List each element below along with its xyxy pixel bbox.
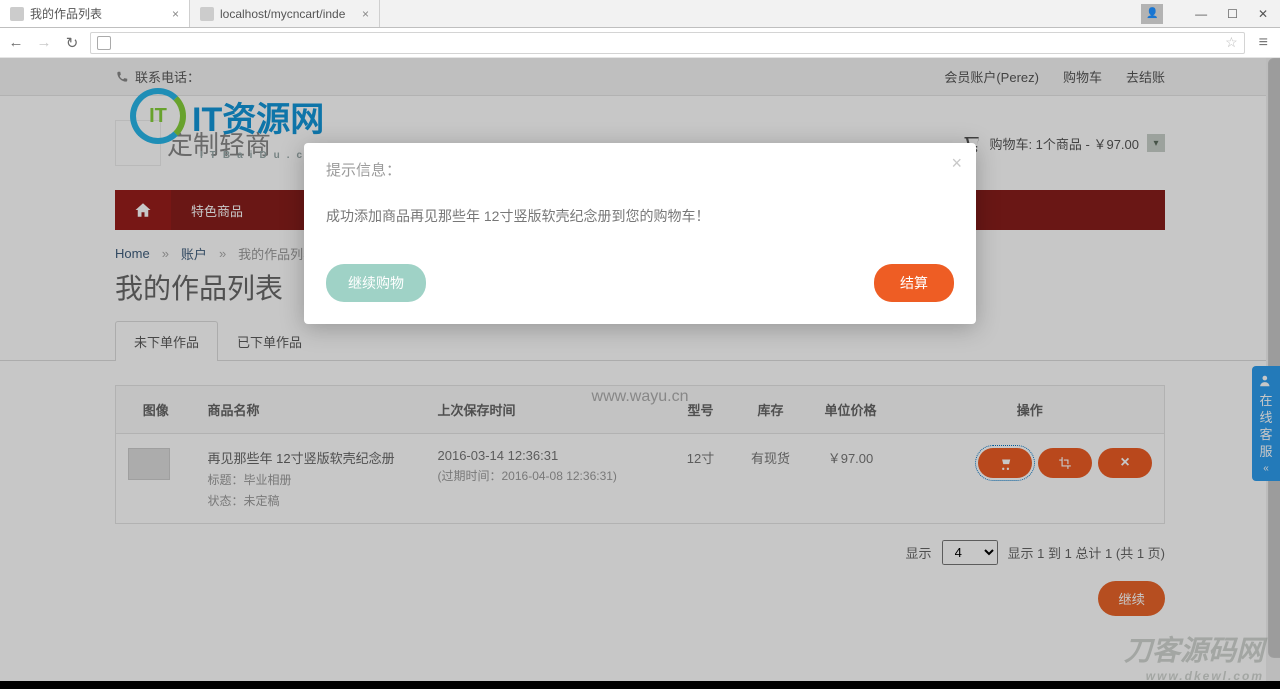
browser-tab-1[interactable]: localhost/mycncart/inde × — [190, 0, 380, 27]
tab-title: 我的作品列表 — [30, 5, 102, 22]
continue-shopping-button[interactable]: 继续购物 — [326, 264, 426, 302]
bookmark-star-icon[interactable]: ☆ — [1225, 34, 1238, 51]
modal-body: 成功添加商品再见那些年 12寸竖版软壳纪念册到您的购物车！ — [304, 196, 976, 250]
close-window-button[interactable]: ✕ — [1258, 7, 1268, 21]
new-tab-button[interactable] — [380, 0, 404, 27]
browser-toolbar: ← → ↻ ☆ ≡ — [0, 28, 1280, 58]
modal-title: 提示信息： — [326, 162, 401, 179]
forward-button[interactable]: → — [34, 33, 54, 53]
page-icon — [97, 36, 111, 50]
tab-title: localhost/mycncart/inde — [220, 7, 345, 21]
favicon-icon — [10, 7, 24, 21]
browser-tab-0[interactable]: 我的作品列表 × — [0, 0, 190, 27]
close-icon[interactable]: × — [172, 7, 179, 21]
maximize-button[interactable]: ☐ — [1227, 7, 1238, 21]
page-viewport: 联系电话： 会员账户(Perez) 购物车 去结账 定制轻商 购物车: 1个商品… — [0, 58, 1280, 689]
back-button[interactable]: ← — [6, 33, 26, 53]
taskbar-strip — [0, 681, 1280, 689]
window-controls: 👤 — ☐ ✕ — [1129, 0, 1280, 27]
modal-close-button[interactable]: × — [951, 153, 962, 174]
favicon-icon — [200, 7, 214, 21]
checkout-button[interactable]: 结算 — [874, 264, 954, 302]
minimize-button[interactable]: — — [1195, 7, 1207, 21]
close-icon[interactable]: × — [362, 7, 369, 21]
address-bar[interactable]: ☆ — [90, 32, 1245, 54]
user-icon[interactable]: 👤 — [1141, 4, 1163, 24]
info-modal: 提示信息： × 成功添加商品再见那些年 12寸竖版软壳纪念册到您的购物车！ 继续… — [304, 143, 976, 324]
browser-tab-strip: 我的作品列表 × localhost/mycncart/inde × 👤 — ☐… — [0, 0, 1280, 28]
menu-button[interactable]: ≡ — [1253, 34, 1274, 52]
reload-button[interactable]: ↻ — [62, 33, 82, 53]
